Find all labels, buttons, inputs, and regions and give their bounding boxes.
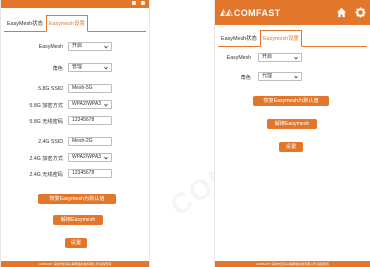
- form-row-2g-encryption: 2.4G 加密方式 WPA2/WPA3: [1, 153, 149, 163]
- status-icons: [132, 1, 145, 5]
- tab-bar: EasyMesh状态 Easymesh设置: [4, 15, 146, 32]
- chevron-down-icon: [294, 56, 298, 60]
- restore-default-button[interactable]: 恢复Easymesh为默认值: [253, 96, 329, 106]
- chevron-down-icon: [294, 75, 298, 79]
- role-select[interactable]: 管理: [68, 63, 112, 72]
- tab-easymesh-settings[interactable]: Easymesh设置: [45, 15, 88, 32]
- tab-bar: EasyMesh状态 Easymesh设置: [218, 30, 367, 47]
- set-button[interactable]: 设置: [65, 238, 87, 248]
- footer: COMFAST 深圳市四海众联网络科技有限公司 版权所有: [215, 261, 370, 267]
- encryption-2g-select[interactable]: WPA2/WPA3: [68, 153, 112, 162]
- role-select[interactable]: 代理: [258, 72, 302, 81]
- form-row-2g-ssid: 2.4G SSID Mesh-2G: [1, 137, 149, 147]
- tab-easymesh-status[interactable]: EasyMesh状态: [4, 15, 46, 31]
- gear-icon[interactable]: [355, 7, 366, 18]
- form-row-easymesh: EasyMesh 开启: [1, 42, 149, 52]
- field-label: EasyMesh: [38, 44, 63, 50]
- field-label: EasyMesh: [226, 55, 251, 61]
- left-phone-screen: EasyMesh状态 Easymesh设置 EasyMesh 开启 角色 管理 …: [0, 0, 150, 267]
- unbind-easymesh-button[interactable]: 解绑Easymesh: [267, 119, 317, 129]
- form-row-role: 角色 代理: [215, 72, 370, 82]
- right-phone-screen: ◭◭ COMFAST EasyMesh状态 Easymesh设置 EasyMes…: [214, 0, 370, 267]
- field-label: 角色: [52, 66, 63, 72]
- footer: COMFAST 深圳市四海众联网络科技有限公司 版权所有: [1, 261, 149, 267]
- top-bar: ◭◭ COMFAST: [215, 0, 370, 25]
- home-icon[interactable]: [336, 7, 347, 18]
- easymesh-select[interactable]: 开启: [258, 53, 302, 62]
- easymesh-select[interactable]: 开启: [68, 42, 112, 51]
- field-label: 5.8G 无线密码: [29, 119, 63, 125]
- comfast-logo-icon: ◭◭: [220, 7, 233, 17]
- field-label: 角色: [240, 75, 251, 81]
- password-5g-input[interactable]: 12345678: [68, 116, 112, 125]
- restore-default-button[interactable]: 恢复Easymesh为默认值: [38, 194, 116, 204]
- field-label: 2.4G SSID: [38, 139, 63, 145]
- field-label: 5.8G SSID: [38, 86, 63, 92]
- set-button[interactable]: 设置: [279, 142, 303, 152]
- top-bar: [1, 0, 149, 8]
- chevron-down-icon: [104, 103, 108, 107]
- ssid-2g-input[interactable]: Mesh-2G: [68, 137, 112, 146]
- form-row-2g-password: 2.4G 无线密码 12345678: [1, 169, 149, 179]
- form-row-role: 角色 管理: [1, 63, 149, 73]
- unbind-easymesh-button[interactable]: 解绑Easymesh: [53, 215, 103, 225]
- chevron-down-icon: [104, 66, 108, 70]
- field-label: 5.8G 加密方式: [29, 103, 63, 109]
- chevron-down-icon: [104, 156, 108, 160]
- field-label: 2.4G 无线密码: [29, 172, 63, 178]
- password-2g-input[interactable]: 12345678: [68, 169, 112, 178]
- form-row-easymesh: EasyMesh 开启: [215, 53, 370, 63]
- form-row-5g-password: 5.8G 无线密码 12345678: [1, 116, 149, 126]
- tab-easymesh-settings[interactable]: Easymesh设置: [259, 30, 302, 47]
- form-row-5g-encryption: 5.8G 加密方式 WPA2/WPA3: [1, 100, 149, 110]
- tab-easymesh-status[interactable]: EasyMesh状态: [218, 30, 260, 46]
- field-label: 2.4G 加密方式: [29, 156, 63, 162]
- form-row-5g-ssid: 5.8G SSID Mesh-5G: [1, 84, 149, 94]
- chevron-down-icon: [104, 45, 108, 49]
- brand-logo: ◭◭ COMFAST: [220, 7, 281, 18]
- ssid-5g-input[interactable]: Mesh-5G: [68, 84, 112, 93]
- encryption-5g-select[interactable]: WPA2/WPA3: [68, 100, 112, 109]
